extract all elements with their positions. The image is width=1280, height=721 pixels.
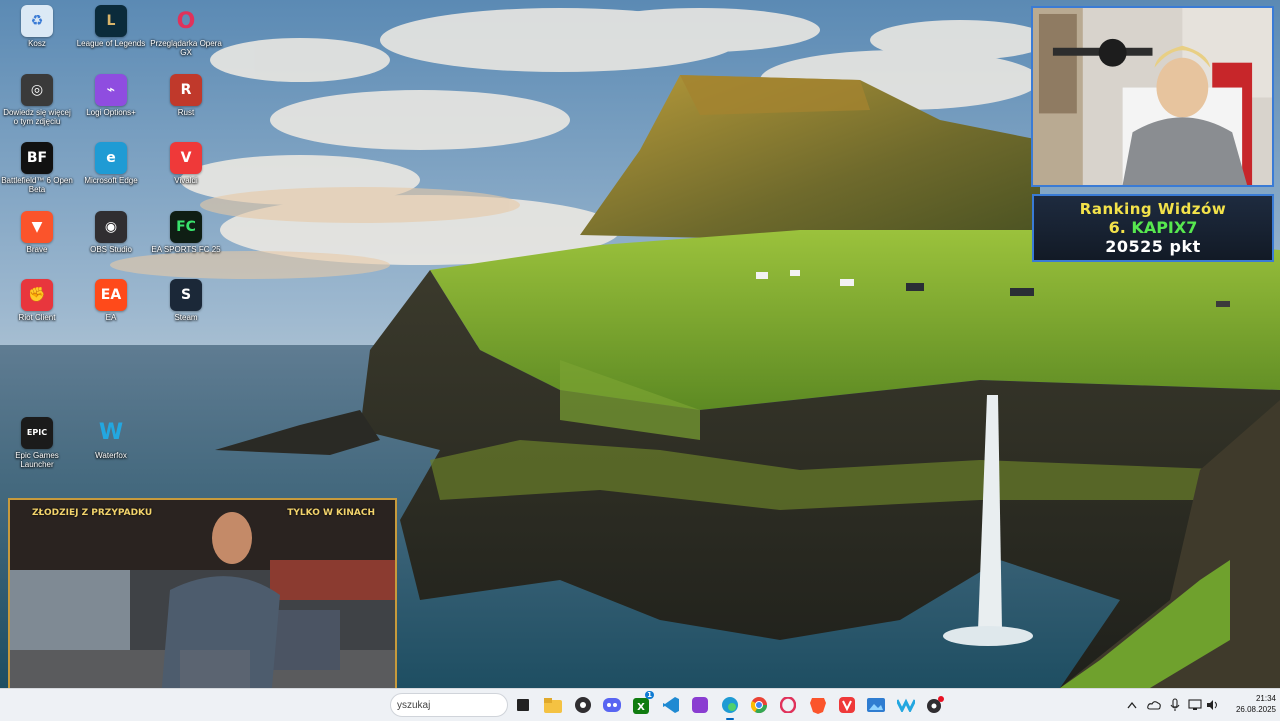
task-view-icon[interactable] <box>513 695 533 715</box>
onedrive-icon[interactable] <box>1147 689 1161 721</box>
volume-icon[interactable] <box>1206 689 1220 721</box>
desktop-icon-riot[interactable]: ✊ Riot Client <box>1 277 73 322</box>
edge-icon: e <box>95 142 127 175</box>
desktop-icon-label: Microsoft Edge <box>84 176 138 186</box>
desktop-icon-label: Dowiedz się więcej o tym zdjęciu <box>3 107 71 126</box>
taskbar-clock[interactable]: 21:34 26.08.2025 <box>1226 693 1276 715</box>
clock-time: 21:34 <box>1255 694 1276 703</box>
chrome-icon[interactable] <box>749 695 769 715</box>
desktop-icon-brave[interactable]: ▼ Brave <box>1 209 73 254</box>
rust-icon: R <box>170 73 202 106</box>
desktop-icon-logi-options[interactable]: ⌁ Logi Options+ <box>75 72 147 117</box>
desktop-icon-vivaldi[interactable]: V Vivaldi <box>150 140 222 185</box>
desktop-icon-opera-gx[interactable]: O Przeglądarka Opera GX <box>150 3 222 58</box>
svg-text:X: X <box>637 702 645 713</box>
rank-points: 20525 pkt <box>1105 237 1201 256</box>
desktop-icon-label: League of Legends <box>76 39 146 48</box>
desktop-icon-label: Epic Games Launcher <box>15 450 59 469</box>
riot-icon: ✊ <box>21 279 53 312</box>
league-of-legends-icon: L <box>95 5 127 37</box>
desktop-icon-label: Battlefield™ 6 Open Beta <box>1 176 73 195</box>
rank-name: KAPIX7 <box>1131 218 1198 237</box>
taskbar-search-box[interactable]: yszukaj <box>390 693 508 717</box>
ea-icon: EA <box>95 279 127 312</box>
desktop-icon-label: Logi Options+ <box>86 107 136 117</box>
xbox-badge: 1 <box>645 691 654 699</box>
search-placeholder: yszukaj <box>397 699 431 711</box>
recycle-bin-icon: ♻ <box>21 5 53 37</box>
desktop-icon-label: Kosz <box>28 39 46 48</box>
network-icon[interactable] <box>1188 689 1202 721</box>
desktop-icon-waterfox[interactable]: W Waterfox <box>75 415 147 460</box>
desktop-icon-rust[interactable]: R Rust <box>150 72 222 117</box>
desktop-icon-label: Waterfox <box>95 450 127 460</box>
ranking-title: Ranking Widzów <box>1079 200 1227 218</box>
ranking-entry: 6. KAPIX7 <box>1034 218 1272 237</box>
viewer-ranking-panel: Ranking Widzów 6. KAPIX7 20525 pkt <box>1032 194 1274 262</box>
video-overlay: ZŁODZIEJ Z PRZYPADKU TYLKO W KINACH <box>8 498 397 712</box>
desktop-icon-label: Przeglądarka Opera GX <box>150 39 222 57</box>
clock-date: 26.08.2025 <box>1235 705 1276 714</box>
opera-gx-icon: O <box>176 8 196 34</box>
desktop-icon-label: Riot Client <box>18 313 56 323</box>
desktop-icon-label: Vivaldi <box>174 176 198 186</box>
edge-icon[interactable] <box>720 695 740 720</box>
desktop-icon-label: Brave <box>26 244 48 254</box>
video-caption-right: TYLKO W KINACH <box>287 508 375 518</box>
rank-number: 6. <box>1108 218 1126 237</box>
discord-icon[interactable] <box>602 695 622 715</box>
battlefield-icon: BF <box>21 142 53 175</box>
brave-icon[interactable] <box>808 695 828 715</box>
logi-options-icon: ⌁ <box>95 73 127 106</box>
microphone-icon[interactable] <box>1170 689 1180 721</box>
desktop-icon-league-of-legends[interactable]: L League of Legends <box>75 3 147 48</box>
obs-recording-icon[interactable] <box>925 695 945 715</box>
desktop-icon-obs[interactable]: ◉ OBS Studio <box>75 209 147 254</box>
vivaldi-icon: V <box>170 142 202 175</box>
desktop-icon-fc25[interactable]: FC EA SPORTS FC 25 <box>150 209 222 254</box>
desktop-icon-battlefield[interactable]: BF Battlefield™ 6 Open Beta <box>1 140 73 194</box>
desktop-icon-label: Rust <box>177 107 195 117</box>
brave-icon: ▼ <box>21 210 53 243</box>
clipchamp-icon[interactable] <box>690 695 710 715</box>
obs-icon: ◉ <box>95 210 127 243</box>
desktop-icon-label: Steam <box>174 313 198 323</box>
file-explorer-icon[interactable] <box>543 695 563 715</box>
desktop-icon-edge[interactable]: e Microsoft Edge <box>75 140 147 185</box>
obs-icon[interactable] <box>573 695 593 715</box>
webcam-overlay <box>1031 6 1274 187</box>
vivaldi-icon[interactable] <box>837 695 857 715</box>
desktop-icon-ea[interactable]: EA EA <box>75 277 147 322</box>
opera-gx-icon[interactable] <box>778 695 798 715</box>
desktop-icon-epic-games[interactable]: EPIC Epic Games Launcher <box>1 415 73 469</box>
desktop-icon-recycle-bin[interactable]: ♻ Kosz <box>1 3 73 48</box>
desktop-icon-camera[interactable]: ◎ Dowiedz się więcej o tym zdjęciu <box>1 72 73 126</box>
waterfox-icon: W <box>98 420 124 446</box>
vscode-icon[interactable] <box>661 695 681 715</box>
desktop-icon-label: EA <box>105 313 117 323</box>
waterfox-icon[interactable] <box>896 695 916 715</box>
taskbar: yszukaj X 1 21:34 26.08.2025 <box>0 688 1280 721</box>
desktop-icon-steam[interactable]: S Steam <box>150 277 222 322</box>
camera-icon: ◎ <box>21 73 53 106</box>
photos-icon[interactable] <box>866 695 886 715</box>
fc25-icon: FC <box>170 210 202 243</box>
epic-games-icon: EPIC <box>21 416 53 449</box>
tray-overflow-icon[interactable] <box>1127 689 1137 721</box>
video-caption-left: ZŁODZIEJ Z PRZYPADKU <box>32 508 153 518</box>
xbox-icon[interactable]: X 1 <box>632 691 654 715</box>
desktop-icon-label: EA SPORTS FC 25 <box>151 244 221 254</box>
steam-icon: S <box>170 279 202 312</box>
desktop-icon-label: OBS Studio <box>90 244 132 254</box>
